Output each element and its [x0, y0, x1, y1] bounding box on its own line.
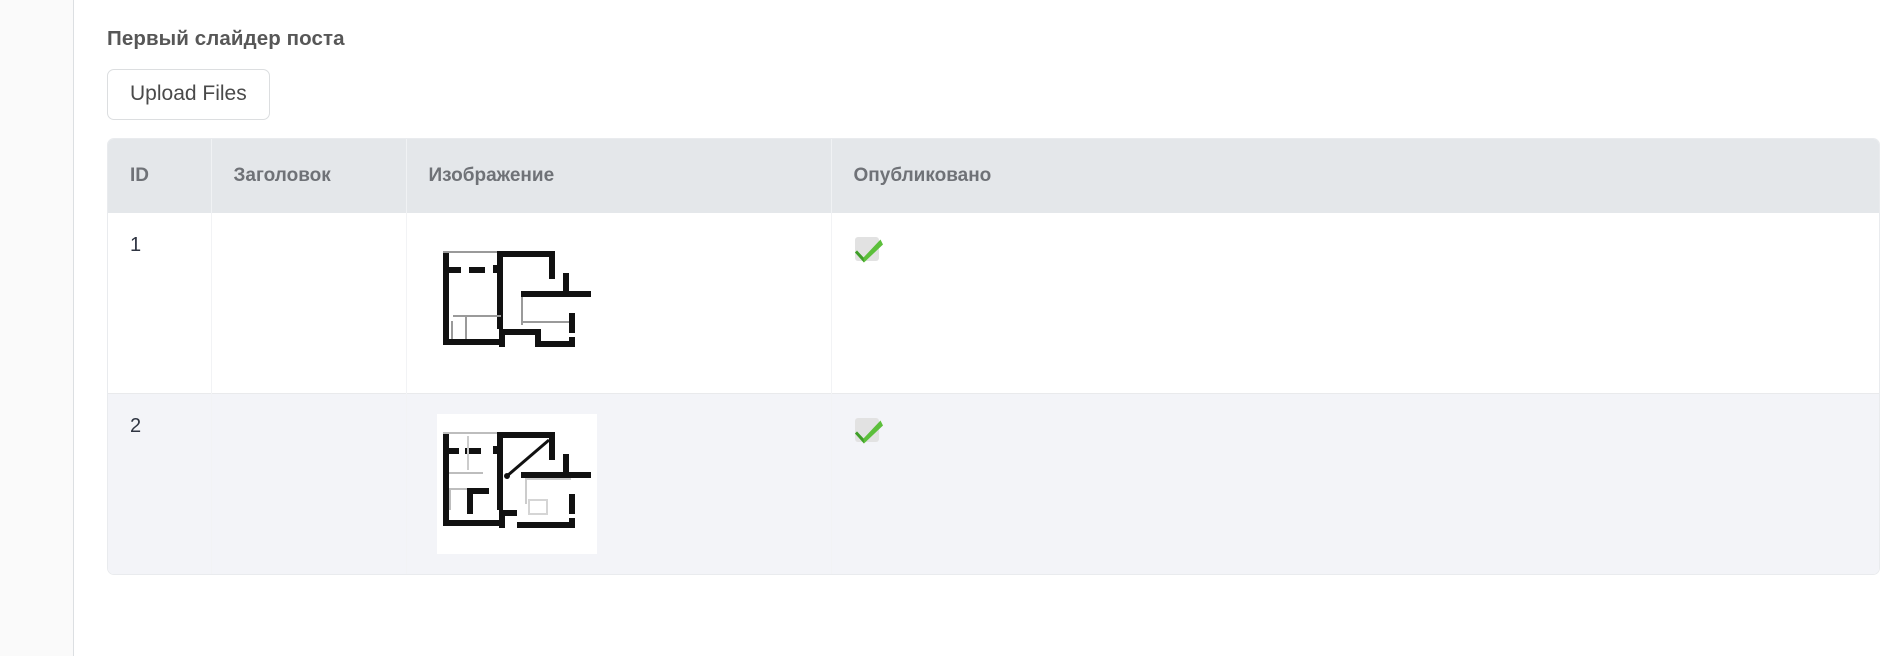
cell-published: [831, 393, 1879, 574]
green-check-icon[interactable]: [854, 416, 884, 446]
slider-items-table: ID Заголовок Изображение Опубликовано 1: [108, 139, 1879, 574]
table-body: 1: [108, 213, 1879, 574]
cell-published: [831, 213, 1879, 394]
cell-image: [406, 213, 831, 394]
table-header: ID Заголовок Изображение Опубликовано: [108, 139, 1879, 213]
slider-items-table-wrapper: ID Заголовок Изображение Опубликовано 1: [107, 138, 1880, 575]
column-header-id[interactable]: ID: [108, 139, 211, 213]
left-sidebar-rail: [0, 0, 74, 656]
cell-image: [406, 393, 831, 574]
slider-panel: Первый слайдер поста Upload Files ID Заг…: [107, 0, 1880, 575]
floor-plan-thumbnail-icon[interactable]: [437, 233, 597, 373]
column-header-title[interactable]: Заголовок: [211, 139, 406, 213]
main-content: Первый слайдер поста Upload Files ID Заг…: [75, 0, 1902, 656]
table-row[interactable]: 1: [108, 213, 1879, 394]
column-header-published[interactable]: Опубликовано: [831, 139, 1879, 213]
cell-title: [211, 213, 406, 394]
page-title: Первый слайдер поста: [107, 0, 1880, 52]
table-header-row: ID Заголовок Изображение Опубликовано: [108, 139, 1879, 213]
cell-title: [211, 393, 406, 574]
cell-id: 2: [108, 393, 211, 574]
table-row[interactable]: 2: [108, 393, 1879, 574]
upload-files-button[interactable]: Upload Files: [107, 69, 270, 120]
row-id-value: 2: [130, 414, 211, 438]
green-check-icon[interactable]: [854, 235, 884, 265]
row-id-value: 1: [130, 233, 211, 257]
floor-plan-thumbnail-icon[interactable]: [437, 414, 597, 554]
cell-id: 1: [108, 213, 211, 394]
column-header-image[interactable]: Изображение: [406, 139, 831, 213]
